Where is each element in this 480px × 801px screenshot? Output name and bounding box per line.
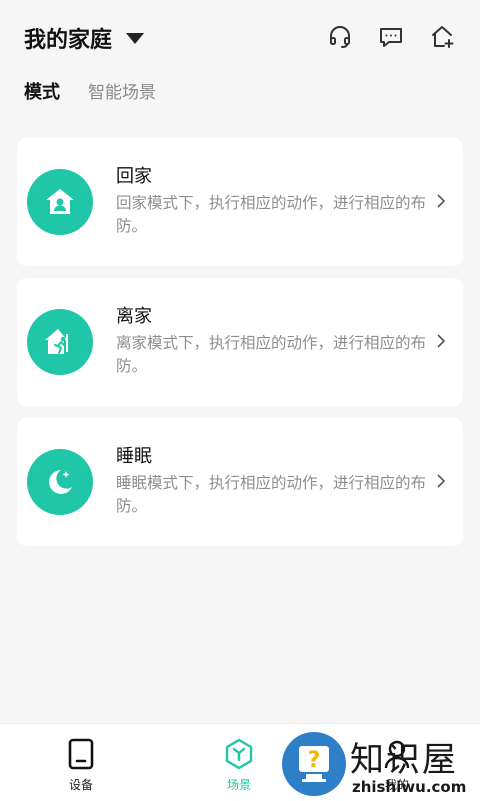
- chevron-right-icon: [437, 334, 446, 348]
- tabbar-devices[interactable]: 设备: [41, 738, 121, 793]
- leave-home-icon: [27, 309, 93, 375]
- moon-icon: [27, 449, 93, 515]
- home-selector[interactable]: 我的家庭: [24, 22, 145, 54]
- scene-icon: [225, 738, 253, 770]
- tabbar-scenes[interactable]: 场景: [199, 738, 279, 793]
- mode-description: 离家模式下，执行相应的动作，进行相应的布防。: [116, 334, 427, 375]
- watermark: ? 知识屋 zhishiwu.com: [282, 732, 480, 798]
- message-icon[interactable]: [378, 24, 404, 50]
- mode-title: 离家: [116, 306, 152, 327]
- device-icon: [68, 738, 94, 770]
- watermark-domain: zhishiwu.com: [352, 778, 467, 796]
- home-title: 我的家庭: [24, 28, 113, 53]
- home-icon: [27, 169, 93, 235]
- tab-smart-scenes[interactable]: 智能场景: [88, 78, 156, 103]
- mode-title: 回家: [116, 166, 152, 187]
- headset-icon[interactable]: [327, 24, 353, 50]
- tab-modes[interactable]: 模式: [24, 78, 60, 104]
- mode-tabs: 模式 智能场景: [24, 78, 156, 104]
- mode-card-sleep[interactable]: 睡眠 睡眠模式下，执行相应的动作，进行相应的布防。: [17, 418, 463, 546]
- mode-card-away[interactable]: 离家 离家模式下，执行相应的动作，进行相应的布防。: [17, 278, 463, 406]
- watermark-logo-icon: ?: [282, 732, 346, 796]
- tabbar-scenes-label: 场景: [226, 778, 251, 792]
- watermark-brand: 知识屋: [350, 740, 458, 780]
- add-home-icon[interactable]: [430, 24, 456, 50]
- mode-card-home[interactable]: 回家 回家模式下，执行相应的动作，进行相应的布防。: [17, 138, 463, 266]
- chevron-right-icon: [437, 474, 446, 488]
- mode-description: 睡眠模式下，执行相应的动作，进行相应的布防。: [116, 474, 427, 515]
- header: 我的家庭: [0, 0, 480, 70]
- mode-description: 回家模式下，执行相应的动作，进行相应的布防。: [116, 194, 427, 235]
- svg-text:?: ?: [308, 748, 321, 773]
- chevron-right-icon: [437, 194, 446, 208]
- mode-title: 睡眠: [116, 446, 152, 467]
- caret-down-icon: [126, 32, 145, 44]
- tabbar-devices-label: 设备: [68, 778, 93, 792]
